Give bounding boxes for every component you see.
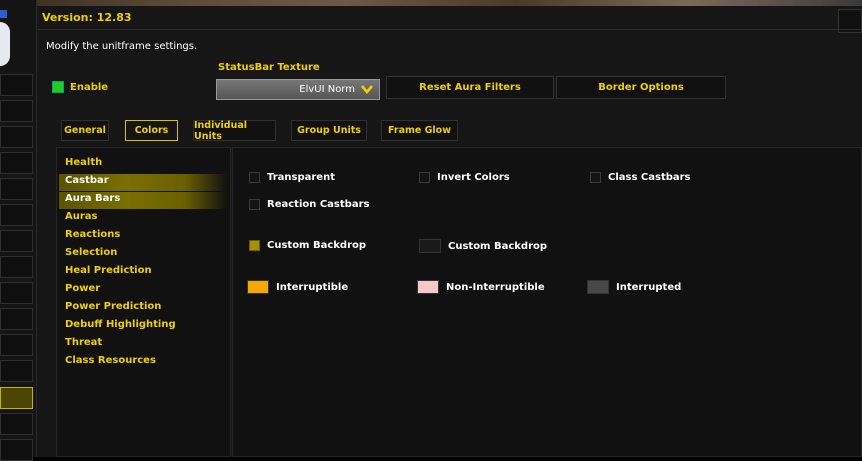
tab-frame-glow[interactable]: Frame Glow — [381, 120, 458, 141]
non-interruptible-label: Non-Interruptible — [446, 281, 545, 293]
tab-group-units[interactable]: Group Units — [291, 120, 367, 141]
page-description: Modify the unitframe settings. — [46, 41, 198, 52]
left-list-item[interactable] — [0, 230, 33, 252]
reaction-castbars-option[interactable]: Reaction Castbars — [249, 199, 369, 210]
statusbar-texture-label: StatusBar Texture — [218, 62, 320, 73]
left-list-item[interactable] — [0, 256, 33, 278]
non-interruptible-swatch[interactable] — [417, 280, 439, 294]
class-castbars-label: Class Castbars — [608, 172, 691, 183]
tab-general[interactable]: General — [61, 120, 109, 141]
custom-backdrop-color[interactable]: Custom Backdrop — [419, 239, 547, 253]
left-list-item[interactable] — [0, 413, 33, 435]
interruptible-label: Interruptible — [276, 281, 349, 293]
nav-power[interactable]: Power — [65, 283, 100, 294]
left-list-item[interactable] — [0, 334, 33, 356]
config-window: Version: 12.83 Modify the unitframe sett… — [37, 6, 862, 457]
left-panel — [0, 0, 37, 461]
nav-debuff-highlighting[interactable]: Debuff Highlighting — [65, 319, 176, 330]
custom-backdrop-toggle[interactable]: Custom Backdrop — [249, 240, 366, 251]
class-castbars-checkbox[interactable] — [590, 172, 601, 183]
reaction-castbars-checkbox[interactable] — [249, 199, 260, 210]
nav-class-resources[interactable]: Class Resources — [65, 355, 156, 366]
left-list-item[interactable] — [0, 74, 33, 96]
interruptible-color[interactable]: Interruptible — [247, 280, 348, 294]
left-list-item[interactable] — [0, 178, 33, 200]
left-list-item[interactable] — [0, 282, 33, 304]
left-list-item[interactable] — [0, 100, 33, 122]
statusbar-texture-dropdown[interactable]: ElvUI Norm — [216, 79, 380, 100]
nav-aura-bars[interactable]: Aura Bars — [65, 193, 120, 204]
border-options-button[interactable]: Border Options — [556, 76, 726, 99]
tab-colors[interactable]: Colors — [125, 120, 178, 141]
left-list-item[interactable] — [0, 360, 33, 382]
invert-colors-checkbox[interactable] — [419, 172, 430, 183]
version-label: Version: 12.83 — [42, 11, 132, 24]
color-category-list: Health Castbar Aura Bars Auras Reactions… — [56, 147, 231, 457]
logo-accent — [0, 10, 7, 18]
transparent-label: Transparent — [267, 172, 335, 183]
logo — [0, 22, 10, 66]
custom-backdrop-checkbox[interactable] — [249, 240, 260, 251]
reset-aura-filters-button[interactable]: Reset Aura Filters — [386, 76, 554, 99]
statusbar-texture-value: ElvUI Norm — [299, 84, 355, 95]
enable-label: Enable — [70, 81, 109, 93]
left-list-item[interactable] — [0, 308, 33, 330]
left-list-item[interactable] — [0, 204, 33, 226]
custom-backdrop-toggle-label: Custom Backdrop — [267, 240, 367, 251]
divider — [37, 29, 862, 30]
left-list-item[interactable] — [0, 152, 33, 174]
nav-power-prediction[interactable]: Power Prediction — [65, 301, 161, 312]
left-list-item-selected[interactable] — [0, 387, 33, 409]
custom-backdrop-swatch[interactable] — [419, 239, 441, 253]
invert-colors-option[interactable]: Invert Colors — [419, 172, 510, 183]
nav-selection[interactable]: Selection — [65, 247, 117, 258]
interruptible-swatch[interactable] — [247, 280, 269, 294]
chevron-down-icon — [361, 85, 373, 95]
left-list-item[interactable] — [0, 439, 33, 461]
nav-castbar[interactable]: Castbar — [65, 175, 109, 186]
nav-heal-prediction[interactable]: Heal Prediction — [65, 265, 152, 276]
class-castbars-option[interactable]: Class Castbars — [590, 172, 691, 183]
enable-toggle[interactable]: Enable — [52, 81, 108, 93]
nav-reactions[interactable]: Reactions — [65, 229, 120, 240]
interrupted-swatch[interactable] — [587, 280, 609, 294]
transparent-checkbox[interactable] — [249, 172, 260, 183]
interrupted-color[interactable]: Interrupted — [587, 280, 681, 294]
non-interruptible-color[interactable]: Non-Interruptible — [417, 280, 545, 294]
enable-checkbox[interactable] — [52, 81, 64, 93]
castbar-settings-panel: Transparent Invert Colors Class Castbars… — [232, 147, 862, 457]
nav-threat[interactable]: Threat — [65, 337, 102, 348]
transparent-option[interactable]: Transparent — [249, 172, 335, 183]
invert-colors-label: Invert Colors — [437, 172, 510, 183]
reaction-castbars-label: Reaction Castbars — [267, 199, 370, 210]
interrupted-label: Interrupted — [616, 281, 682, 293]
tab-individual-units[interactable]: Individual Units — [193, 120, 276, 142]
nav-auras[interactable]: Auras — [65, 211, 98, 222]
custom-backdrop-color-label: Custom Backdrop — [448, 240, 548, 252]
left-list-item[interactable] — [0, 126, 33, 148]
nav-health[interactable]: Health — [65, 157, 102, 168]
